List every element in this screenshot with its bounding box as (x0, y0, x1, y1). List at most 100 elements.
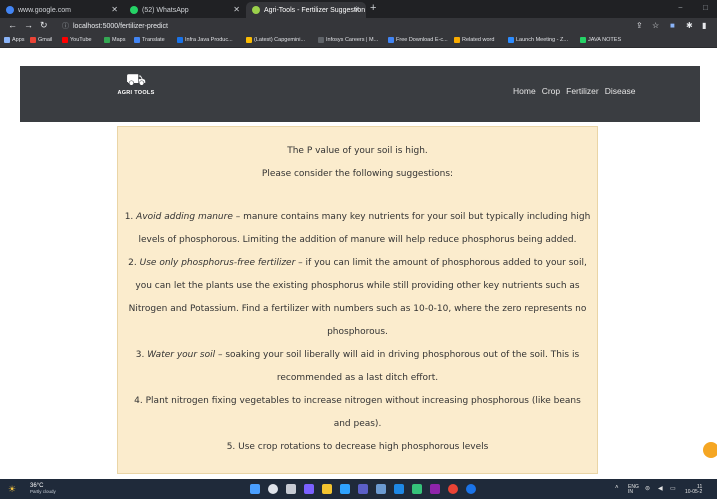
suggestion-4-cont: and peas). (333, 419, 382, 429)
translate-icon (134, 37, 140, 43)
wifi-icon[interactable]: ⊜ (645, 485, 650, 492)
weather-widget[interactable]: 36°C Partly cloudy (30, 483, 56, 495)
new-tab-button[interactable]: + (370, 2, 376, 14)
site-nav-links: Home Crop Fertilizer Disease (513, 86, 635, 96)
result-heading: The P value of your soil is high. (287, 146, 428, 156)
sidepanel-icon[interactable]: ▮ (702, 21, 706, 30)
bookmark-youtube[interactable]: YouTube (62, 37, 92, 43)
windows-taskbar: ☀ 36°C Partly cloudy ˄ ENG IN ⊜ ◀ ▭ 11 10-… (0, 479, 717, 499)
link-icon (177, 37, 183, 43)
tractor-logo-icon: ⛟ (125, 72, 147, 89)
apps-icon (4, 37, 10, 43)
app-icon[interactable] (412, 484, 422, 494)
app-icon[interactable] (394, 484, 404, 494)
restore-button[interactable]: □ (703, 3, 708, 12)
url-field[interactable]: ⓘ localhost:5000/fertilizer-predict (62, 20, 630, 32)
suggestion-1: 1. Avoid adding manure – manure contains… (124, 212, 591, 222)
nav-crop[interactable]: Crop (542, 86, 560, 96)
url-text: localhost:5000/fertilizer-predict (73, 22, 168, 30)
suggestion-2: 2. Use only phosphorus-free fertilizer –… (128, 258, 587, 268)
windows-start-icon[interactable] (250, 484, 260, 494)
address-bar-row: ← → ↻ ⓘ localhost:5000/fertilizer-predic… (0, 18, 717, 35)
battery-icon[interactable]: ▭ (670, 485, 676, 492)
teams-icon[interactable] (304, 484, 314, 494)
link-icon (454, 37, 460, 43)
clock[interactable]: 11 10-05-2 (685, 485, 702, 495)
extension-icon[interactable]: ■ (670, 21, 675, 30)
task-view-icon[interactable] (286, 484, 296, 494)
google-icon (6, 6, 14, 14)
language-indicator[interactable]: ENG IN (628, 485, 639, 495)
youtube-icon (62, 37, 68, 43)
nav-fertilizer[interactable]: Fertilizer (566, 86, 599, 96)
tab-label: (52) WhatsApp (142, 6, 189, 14)
fertilizer-suggestion-card: The P value of your soil is high. Please… (117, 126, 598, 474)
scroll-to-top-button[interactable] (703, 442, 717, 458)
reload-icon[interactable]: ↻ (40, 20, 48, 31)
nav-disease[interactable]: Disease (605, 86, 636, 96)
tab-agri-tools[interactable]: Agri-Tools - Fertilizer Suggestion ✕ (246, 2, 366, 18)
vscode-icon[interactable] (358, 484, 368, 494)
link-icon (388, 37, 394, 43)
bookmark-infosys[interactable]: Infosys Careers | M... (318, 37, 378, 43)
suggestion-3: 3. Water your soil – soaking your soil l… (135, 350, 580, 360)
close-icon[interactable]: ✕ (233, 5, 240, 14)
suggestion-4: 4. Plant nitrogen fixing vegetables to i… (134, 396, 581, 406)
nav-home[interactable]: Home (513, 86, 536, 96)
weather-icon: ☀ (8, 484, 17, 494)
weather-desc: Partly cloudy (30, 489, 56, 494)
tab-label: www.google.com (18, 6, 71, 14)
file-explorer-icon[interactable] (322, 484, 332, 494)
bookmark-related-word[interactable]: Related word (454, 37, 494, 43)
gmail-icon (30, 37, 36, 43)
bookmark-maps[interactable]: Maps (104, 37, 125, 43)
suggestion-2-cont: you can let the plants use the existing … (135, 281, 580, 291)
bookmark-java-notes[interactable]: JAVA NOTES (580, 37, 621, 43)
bookmark-translate[interactable]: Translate (134, 37, 165, 43)
forward-icon[interactable]: → (24, 20, 33, 30)
bookmark-gmail[interactable]: Gmail (30, 37, 52, 43)
zoom-icon (508, 37, 514, 43)
app-icon[interactable] (466, 484, 476, 494)
result-subheading: Please consider the following suggestion… (261, 169, 454, 179)
bookmarks-bar: Apps Gmail YouTube Maps Translate Infra … (0, 35, 717, 48)
app-icon[interactable] (430, 484, 440, 494)
bookmark-capgemini[interactable]: (Latest) Capgemini... (246, 37, 305, 43)
tab-whatsapp[interactable]: (52) WhatsApp ✕ (124, 2, 246, 18)
suggestion-2-cont: Nitrogen and Potassium. Find a fertilize… (128, 304, 587, 314)
bookmark-zoom[interactable]: Launch Meeting - Z... (508, 37, 568, 43)
logo-text: AGRI TOOLS (117, 90, 155, 96)
site-logo[interactable]: ⛟ AGRI TOOLS (114, 72, 158, 96)
leaf-icon (252, 6, 260, 14)
whatsapp-icon (130, 6, 138, 14)
back-icon[interactable]: ← (8, 20, 17, 30)
bookmark-free-download[interactable]: Free Download E-c... (388, 37, 448, 43)
tab-google[interactable]: www.google.com ✕ (0, 2, 124, 18)
search-icon[interactable] (268, 484, 278, 494)
close-icon[interactable]: ✕ (353, 5, 360, 14)
share-icon[interactable]: ⇪ (636, 21, 643, 30)
link-icon (318, 37, 324, 43)
link-icon (580, 37, 586, 43)
volume-icon[interactable]: ◀ (658, 485, 663, 492)
minimize-button[interactable]: − (678, 3, 683, 12)
suggestion-5: 5. Use crop rotations to decrease high p… (226, 442, 489, 452)
suggestion-2-cont: phosphorous. (327, 327, 388, 337)
site-navbar: ⛟ AGRI TOOLS Home Crop Fertilizer Diseas… (20, 66, 700, 122)
bookmark-infra-java[interactable]: Infra Java Produc... (177, 37, 233, 43)
bookmark-apps[interactable]: Apps (4, 37, 25, 43)
chevron-up-icon[interactable]: ˄ (615, 485, 619, 491)
edge-icon[interactable] (340, 484, 350, 494)
puzzle-icon[interactable]: ✱ (686, 21, 693, 30)
suggestion-3-cont: recommended as a last ditch effort. (276, 373, 439, 383)
link-icon (246, 37, 252, 43)
tab-label: Agri-Tools - Fertilizer Suggestion (264, 6, 366, 14)
star-icon[interactable]: ☆ (652, 21, 659, 30)
maps-icon (104, 37, 110, 43)
chrome-icon[interactable] (448, 484, 458, 494)
suggestion-1-cont: levels of phosphorous. Limiting the addi… (138, 235, 577, 245)
browser-tab-bar: www.google.com ✕ (52) WhatsApp ✕ Agri-To… (0, 0, 717, 18)
info-icon: ⓘ (62, 23, 69, 30)
close-icon[interactable]: ✕ (111, 5, 118, 14)
store-icon[interactable] (376, 484, 386, 494)
